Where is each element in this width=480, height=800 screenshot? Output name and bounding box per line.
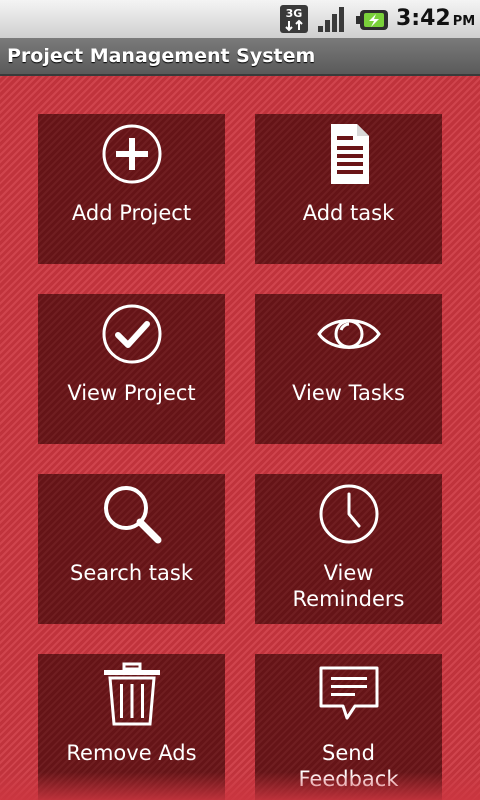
title-bar: Project Management System xyxy=(0,38,480,76)
eye-icon xyxy=(316,319,381,349)
dashboard-grid: Add Project Add task View Project View T… xyxy=(0,76,480,800)
clock-time: 3:42 xyxy=(396,6,451,31)
network-type-label: 3G xyxy=(286,7,303,20)
status-clock: 3:42 PM xyxy=(396,6,475,31)
signal-strength-icon xyxy=(318,7,344,32)
plus-circle-icon xyxy=(102,124,161,184)
view-tasks-label: View Tasks xyxy=(292,381,405,405)
send-feedback-button[interactable]: Send Feedback xyxy=(255,654,442,800)
clock-ampm: PM xyxy=(452,14,476,29)
battery-charging-icon xyxy=(356,10,388,30)
document-icon xyxy=(330,124,369,184)
app-title: Project Management System xyxy=(7,45,316,67)
check-circle-icon xyxy=(102,304,161,364)
view-reminders-button[interactable]: View Reminders xyxy=(255,474,442,624)
search-task-label: Search task xyxy=(69,561,194,585)
search-task-button[interactable]: Search task xyxy=(38,474,225,624)
add-project-button[interactable]: Add Project xyxy=(38,114,225,264)
remove-ads-button[interactable]: Remove Ads xyxy=(38,654,225,800)
add-project-label: Add Project xyxy=(71,201,192,225)
remove-ads-label: Remove Ads xyxy=(66,741,197,765)
network-3g-icon: 3G xyxy=(280,5,308,33)
view-tasks-button[interactable]: View Tasks xyxy=(255,294,442,444)
search-icon xyxy=(103,486,161,544)
status-bar: 3G 3:42 PM xyxy=(0,0,480,38)
clock-icon xyxy=(319,484,378,544)
send-feedback-label: Send Feedback xyxy=(298,741,399,791)
view-reminders-label: View Reminders xyxy=(292,561,405,611)
speech-bubble-icon xyxy=(319,666,378,720)
add-task-label: Add task xyxy=(302,201,395,225)
add-task-button[interactable]: Add task xyxy=(255,114,442,264)
app-screen: 3G 3:42 PM Project Management System Add… xyxy=(0,0,480,800)
trash-icon xyxy=(103,662,160,726)
view-project-label: View Project xyxy=(67,381,196,405)
view-project-button[interactable]: View Project xyxy=(38,294,225,444)
